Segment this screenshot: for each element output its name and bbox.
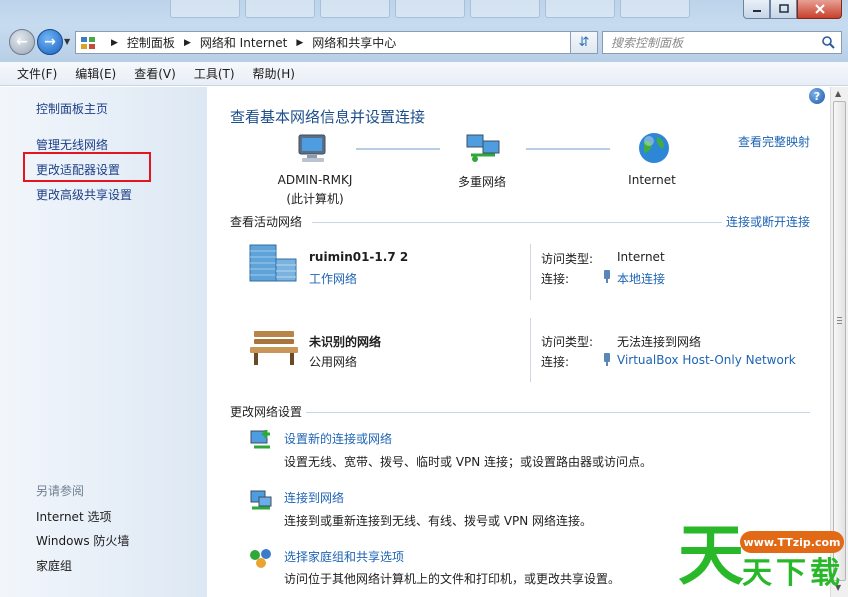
highlight-box [23, 152, 151, 182]
maximize-icon [778, 4, 789, 13]
menu-help[interactable]: 帮助(H) [244, 65, 304, 82]
active-networks-heading: 查看活动网络 [230, 215, 303, 229]
connect-to-network-desc: 连接到或重新连接到无线、有线、拨号或 VPN 网络连接。 [284, 514, 593, 528]
access-type-label: 访问类型: [541, 252, 594, 266]
ethernet-icon [604, 270, 610, 283]
virtualbox-connection-link[interactable]: VirtualBox Host-Only Network [617, 353, 796, 367]
close-button[interactable] [797, 0, 842, 19]
access-type-value: 无法连接到网络 [617, 335, 702, 349]
map-connector [526, 148, 610, 150]
maximize-button[interactable] [770, 0, 797, 19]
work-network-icon [249, 244, 297, 282]
network-divider [530, 318, 531, 382]
menu-view[interactable]: 查看(V) [125, 65, 185, 82]
menu-file[interactable]: 文件(F) [8, 65, 66, 82]
vertical-scrollbar[interactable]: ▲ ▼ [830, 87, 848, 597]
public-network-label: 公用网络 [309, 355, 358, 369]
section-divider [306, 412, 810, 413]
scroll-up-icon[interactable]: ▲ [835, 89, 841, 98]
breadcrumb-control-panel[interactable]: 控制面板 [127, 34, 175, 51]
control-panel-home-link[interactable]: 控制面板主页 [36, 100, 108, 117]
connection-label: 连接: [541, 272, 570, 286]
background-tab [470, 0, 540, 18]
setup-new-connection-desc: 设置无线、宽带、拨号、临时或 VPN 连接；或设置路由器或访问点。 [284, 455, 653, 469]
map-connector [356, 148, 440, 150]
network-name: ruimin01-1.7 2 [309, 250, 409, 264]
refresh-icon: ⇵ [578, 35, 590, 50]
connect-to-network-icon [250, 490, 272, 510]
multiple-networks-label: 多重网络 [457, 175, 506, 189]
back-arrow-icon: ← [16, 34, 28, 50]
window-chrome: ← → ▼ ▶ 控制面板 ▶ 网络和 Internet ▶ 网络和共享中心 ▼ … [0, 0, 848, 62]
breadcrumb-network-sharing-center[interactable]: 网络和共享中心 [312, 34, 396, 51]
address-bar[interactable]: ▶ 控制面板 ▶ 网络和 Internet ▶ 网络和共享中心 ▼ [75, 31, 597, 54]
change-advanced-sharing-link[interactable]: 更改高级共享设置 [36, 186, 132, 203]
menu-tools[interactable]: 工具(T) [185, 65, 244, 82]
background-tab [320, 0, 390, 18]
multiple-networks-icon [466, 134, 500, 162]
computer-name: ADMIN-RMKJ [277, 173, 353, 187]
breadcrumb-separator-icon: ▶ [111, 37, 118, 48]
ethernet-icon [604, 353, 610, 366]
help-icon[interactable]: ? [809, 88, 825, 104]
background-tab [170, 0, 240, 18]
page-title: 查看基本网络信息并设置连接 [230, 108, 426, 126]
background-tab [245, 0, 315, 18]
network-name: 未识别的网络 [309, 335, 382, 349]
forward-arrow-icon: → [44, 34, 56, 50]
history-dropdown-icon[interactable]: ▼ [64, 37, 70, 46]
public-network-bench-icon [250, 331, 298, 365]
search-input[interactable]: 搜索控制面板 [602, 31, 842, 54]
breadcrumb-separator-icon: ▶ [183, 37, 191, 48]
watermark-char: 载 [810, 556, 840, 591]
homegroup-link[interactable]: 家庭组 [36, 557, 72, 574]
watermark-logo: 天 [678, 516, 744, 594]
windows-firewall-link[interactable]: Windows 防火墙 [36, 532, 129, 549]
access-type-label: 访问类型: [541, 335, 594, 349]
local-connection-link[interactable]: 本地连接 [617, 270, 665, 287]
computer-icon [298, 134, 326, 162]
background-tab [545, 0, 615, 18]
close-icon [814, 4, 825, 14]
breadcrumb-separator-icon: ▶ [296, 37, 304, 48]
background-tab [620, 0, 690, 18]
menu-edit[interactable]: 编辑(E) [66, 65, 125, 82]
back-button[interactable]: ← [9, 29, 35, 55]
background-tab [395, 0, 465, 18]
connection-label: 连接: [541, 355, 570, 369]
connect-disconnect-link[interactable]: 连接或断开连接 [726, 213, 810, 230]
homegroup-sharing-desc: 访问位于其他网络计算机上的文件和打印机，或更改共享设置。 [284, 572, 621, 586]
scrollbar-thumb[interactable] [833, 101, 846, 581]
minimize-button[interactable] [743, 0, 770, 19]
control-panel-icon [81, 36, 95, 49]
new-connection-icon [250, 430, 270, 449]
watermark-url: www.TTzip.com [740, 531, 844, 553]
refresh-button[interactable]: ⇵ [570, 31, 598, 54]
minimize-icon [752, 10, 761, 12]
homegroup-icon [250, 549, 271, 568]
work-network-link[interactable]: 工作网络 [309, 270, 357, 287]
connect-to-network-link[interactable]: 连接到网络 [284, 489, 344, 506]
internet-label: Internet [628, 173, 676, 187]
computer-subtitle: (此计算机) [286, 192, 344, 206]
see-full-map-link[interactable]: 查看完整映射 [738, 133, 810, 150]
forward-button[interactable]: → [37, 29, 63, 55]
search-icon[interactable] [821, 35, 835, 49]
manage-wireless-networks-link[interactable]: 管理无线网络 [36, 136, 108, 153]
window-controls [743, 0, 842, 19]
change-settings-heading: 更改网络设置 [230, 405, 303, 419]
breadcrumb-network-internet[interactable]: 网络和 Internet [200, 34, 287, 51]
network-divider [530, 244, 531, 300]
section-divider [312, 222, 722, 223]
watermark-char: 下 [776, 556, 806, 591]
internet-options-link[interactable]: Internet 选项 [36, 508, 111, 525]
access-type-value: Internet [617, 250, 665, 264]
watermark-char: 天 [742, 556, 772, 591]
homegroup-sharing-link[interactable]: 选择家庭组和共享选项 [284, 548, 404, 565]
see-also-heading: 另请参阅 [36, 484, 85, 498]
menu-bar: 文件(F) 编辑(E) 查看(V) 工具(T) 帮助(H) [0, 62, 848, 86]
setup-new-connection-link[interactable]: 设置新的连接或网络 [284, 430, 392, 447]
search-placeholder: 搜索控制面板 [611, 36, 684, 50]
globe-icon [639, 133, 669, 163]
